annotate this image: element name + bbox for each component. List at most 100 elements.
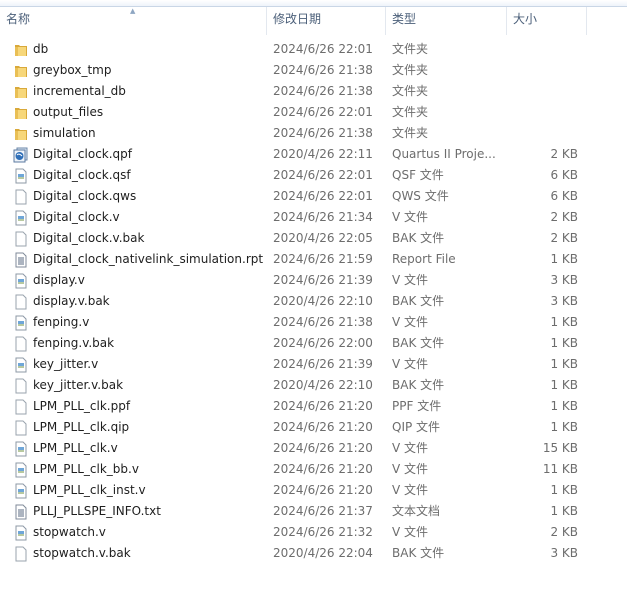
file-date: 2024/6/26 21:39 [273,357,373,371]
file-size: 1 KB [550,378,578,392]
file-name: LPM_PLL_clk.qip [33,420,130,434]
file-size: 1 KB [550,357,578,371]
file-name: Digital_clock.qws [33,189,137,203]
file-size: 2 KB [550,231,578,245]
source-file-icon [13,315,29,331]
file-row[interactable]: display.v 2024/6/26 21:39 V 文件 3 KB [0,270,627,291]
file-name: LPM_PLL_clk_bb.v [33,462,139,476]
file-size: 1 KB [550,504,578,518]
file-size: 1 KB [550,420,578,434]
source-file-icon [13,483,29,499]
file-type: Report File [392,252,456,266]
file-date: 2024/6/26 21:20 [273,420,373,434]
source-file-icon [13,525,29,541]
file-row[interactable]: LPM_PLL_clk_inst.v 2024/6/26 21:20 V 文件 … [0,480,627,501]
file-size: 6 KB [550,168,578,182]
folder-icon [13,42,29,58]
file-date: 2024/6/26 21:39 [273,273,373,287]
file-date: 2024/6/26 21:34 [273,210,373,224]
file-row[interactable]: fenping.v 2024/6/26 21:38 V 文件 1 KB [0,312,627,333]
file-name: stopwatch.v [33,525,106,539]
file-row[interactable]: LPM_PLL_clk.v 2024/6/26 21:20 V 文件 15 KB [0,438,627,459]
text-document-icon [13,252,29,268]
file-size: 11 KB [542,462,578,476]
file-name: incremental_db [33,84,126,98]
file-size: 1 KB [550,399,578,413]
folder-icon [13,126,29,142]
file-date: 2024/6/26 21:20 [273,441,373,455]
blank-file-icon [13,336,29,352]
file-row[interactable]: LPM_PLL_clk.qip 2024/6/26 21:20 QIP 文件 1… [0,417,627,438]
column-type[interactable]: 类型 [386,7,507,35]
file-size: 2 KB [550,525,578,539]
file-name: db [33,42,49,56]
file-row[interactable]: key_jitter.v 2024/6/26 21:39 V 文件 1 KB [0,354,627,375]
file-date: 2024/6/26 21:38 [273,315,373,329]
file-type: V 文件 [392,273,429,287]
file-row[interactable]: Digital_clock_nativelink_simulation.rpt … [0,249,627,270]
file-type: QIP 文件 [392,420,441,434]
file-date: 2024/6/26 22:00 [273,336,373,350]
file-type: 文件夹 [392,84,429,98]
folder-icon [13,105,29,121]
source-file-icon [13,441,29,457]
file-type: QWS 文件 [392,189,449,203]
file-name: output_files [33,105,104,119]
column-size[interactable]: 大小 [507,7,587,35]
file-name: display.v [33,273,85,287]
file-row[interactable]: PLLJ_PLLSPE_INFO.txt 2024/6/26 21:37 文本文… [0,501,627,522]
file-type: V 文件 [392,357,429,371]
file-row[interactable]: Digital_clock.v.bak 2020/4/26 22:05 BAK … [0,228,627,249]
file-row[interactable]: Digital_clock.qws 2024/6/26 22:01 QWS 文件… [0,186,627,207]
folder-row[interactable]: simulation 2024/6/26 21:38 文件夹 [0,123,627,144]
file-date: 2024/6/26 21:37 [273,504,373,518]
file-row[interactable]: Digital_clock.qpf 2020/4/26 22:11 Quartu… [0,144,627,165]
file-list: db 2024/6/26 22:01 文件夹 greybox_tmp 2024/… [0,39,627,564]
file-size: 3 KB [550,546,578,560]
file-date: 2024/6/26 21:38 [273,126,373,140]
folder-row[interactable]: greybox_tmp 2024/6/26 21:38 文件夹 [0,60,627,81]
file-name: simulation [33,126,96,140]
file-date: 2020/4/26 22:10 [273,294,373,308]
folder-icon [13,63,29,79]
folder-row[interactable]: incremental_db 2024/6/26 21:38 文件夹 [0,81,627,102]
blank-file-icon [13,378,29,394]
file-row[interactable]: stopwatch.v 2024/6/26 21:32 V 文件 2 KB [0,522,627,543]
file-date: 2024/6/26 21:20 [273,483,373,497]
file-type: V 文件 [392,315,429,329]
folder-row[interactable]: output_files 2024/6/26 22:01 文件夹 [0,102,627,123]
file-row[interactable]: stopwatch.v.bak 2020/4/26 22:04 BAK 文件 3… [0,543,627,564]
folder-row[interactable]: db 2024/6/26 22:01 文件夹 [0,39,627,60]
source-file-icon [13,210,29,226]
source-file-icon [13,273,29,289]
file-date: 2024/6/26 22:01 [273,105,373,119]
file-row[interactable]: Digital_clock.v 2024/6/26 21:34 V 文件 2 K… [0,207,627,228]
file-size: 3 KB [550,294,578,308]
file-type: QSF 文件 [392,168,444,182]
file-type: BAK 文件 [392,231,445,245]
file-name: key_jitter.v.bak [33,378,124,392]
file-date: 2020/4/26 22:11 [273,147,373,161]
file-row[interactable]: LPM_PLL_clk_bb.v 2024/6/26 21:20 V 文件 11… [0,459,627,480]
file-name: PLLJ_PLLSPE_INFO.txt [33,504,161,518]
source-file-icon [13,357,29,373]
column-date[interactable]: 修改日期 [267,7,386,35]
file-row[interactable]: Digital_clock.qsf 2024/6/26 22:01 QSF 文件… [0,165,627,186]
file-row[interactable]: LPM_PLL_clk.ppf 2024/6/26 21:20 PPF 文件 1… [0,396,627,417]
file-type: BAK 文件 [392,378,445,392]
toolbar-edge [0,0,627,7]
blank-file-icon [13,399,29,415]
file-date: 2024/6/26 22:01 [273,42,373,56]
file-date: 2024/6/26 22:01 [273,168,373,182]
file-row[interactable]: display.v.bak 2020/4/26 22:10 BAK 文件 3 K… [0,291,627,312]
blank-file-icon [13,420,29,436]
file-date: 2024/6/26 21:32 [273,525,373,539]
file-row[interactable]: key_jitter.v.bak 2020/4/26 22:10 BAK 文件 … [0,375,627,396]
column-name[interactable]: 名称 [0,7,267,35]
file-name: Digital_clock.qsf [33,168,131,182]
source-file-icon [13,462,29,478]
file-name: fenping.v.bak [33,336,115,350]
file-type: V 文件 [392,525,429,539]
file-type: Quartus II Proje... [392,147,496,161]
file-row[interactable]: fenping.v.bak 2024/6/26 22:00 BAK 文件 1 K… [0,333,627,354]
